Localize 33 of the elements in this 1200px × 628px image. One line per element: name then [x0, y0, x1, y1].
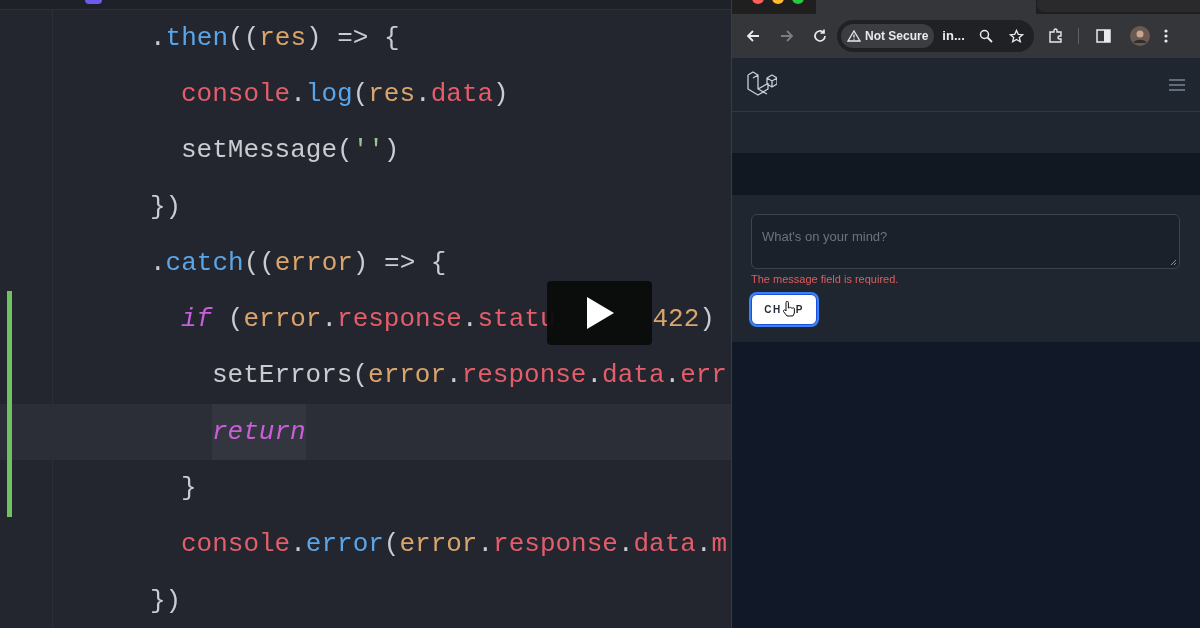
code-line: .catch((error) => { [150, 246, 447, 280]
submit-button[interactable]: CH P [751, 293, 817, 325]
address-bar[interactable]: Not Secure in... [837, 20, 1034, 52]
code-line: setMessage('') [181, 134, 400, 168]
zoom-icon[interactable] [978, 29, 993, 43]
extensions-icon[interactable] [1048, 28, 1064, 44]
menu-icon[interactable] [1169, 78, 1185, 91]
code-line: .then((res) => { [150, 21, 400, 55]
reload-icon[interactable] [812, 28, 828, 44]
bookmark-star-icon[interactable] [1008, 28, 1024, 44]
code-line: if (error.response.statu [181, 303, 556, 337]
menu-dots-icon[interactable] [1164, 29, 1168, 43]
code-line: } [181, 472, 197, 505]
hand-cursor-icon [781, 301, 796, 317]
security-chip[interactable]: Not Secure [841, 24, 935, 48]
security-label: Not Secure [865, 28, 929, 45]
back-icon[interactable] [745, 28, 761, 44]
forward-icon[interactable] [779, 28, 795, 44]
code-line: }) [150, 584, 182, 618]
profile-avatar-icon[interactable] [1130, 26, 1150, 46]
code-line: }) [150, 190, 182, 224]
play-icon [584, 296, 615, 330]
resize-handle-icon[interactable] [1170, 259, 1177, 266]
side-panel-icon[interactable] [1096, 29, 1111, 43]
error-message: The message field is required. [751, 272, 900, 287]
placeholder-text: What's on your mind? [762, 229, 888, 244]
url-text: in... [942, 27, 965, 46]
code-line: console.error(error.response.data.m [181, 528, 728, 562]
warning-icon [847, 30, 861, 42]
code-line: 422) [652, 303, 715, 337]
tab-marker-icon [85, 0, 102, 4]
code-line: setErrors(error.response.data.err [212, 359, 727, 393]
code-line: console.log(res.data) [181, 77, 509, 111]
